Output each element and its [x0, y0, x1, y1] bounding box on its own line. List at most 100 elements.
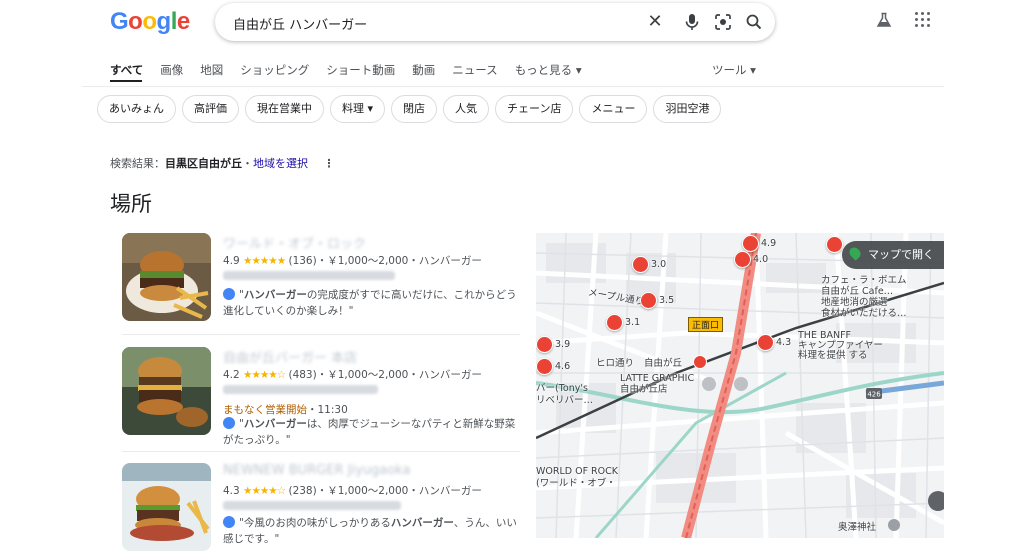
chip-aimyon[interactable]: あいみょん — [97, 95, 176, 123]
tab-maps[interactable]: 地図 — [200, 62, 223, 84]
restaurant-pin-icon — [742, 235, 759, 252]
address-line — [223, 271, 395, 280]
tab-more[interactable]: もっと見る ▾ — [515, 62, 582, 84]
restaurant-pin-icon — [632, 256, 649, 273]
chip-chain[interactable]: チェーン店 — [495, 95, 574, 123]
star-rating: ★★★★☆ — [243, 485, 286, 497]
burger-photo[interactable] — [122, 347, 211, 435]
tab-shopping[interactable]: ショッピング — [240, 62, 309, 84]
map-pin[interactable]: 4.6 — [536, 358, 570, 375]
map-place-banff[interactable]: THE BANFF キャンプファイヤー 料理を提供 する — [798, 331, 883, 361]
burger-photo[interactable] — [122, 233, 211, 321]
search-input[interactable]: 自由が丘 ハンバーガー — [233, 14, 367, 33]
place-name[interactable]: NEWNEW BURGER Jiyugaoka — [223, 463, 410, 478]
location-sep: ・ — [242, 157, 253, 170]
places-heading: 場所 — [110, 192, 152, 216]
map-pin[interactable]: 4.0 — [734, 251, 768, 268]
station-exit-label[interactable]: 正面口 — [688, 317, 724, 332]
rating-value: 4.2 — [223, 369, 240, 381]
result-divider — [122, 451, 520, 452]
pin-rating: 4.6 — [555, 361, 571, 372]
clear-icon[interactable]: ✕ — [645, 12, 665, 32]
map-place-worldofrock[interactable]: WORLD OF ROCK (ワールド・オブ・ — [536, 466, 618, 490]
pin-rating: 3.5 — [659, 295, 675, 306]
reviewer-avatar — [223, 288, 235, 300]
restaurant-pin-icon — [536, 358, 553, 375]
map-pin[interactable]: 4.3 — [757, 334, 791, 351]
review-keyword: ハンバーガー — [390, 517, 454, 529]
map-pin[interactable]: 3.9 — [536, 336, 570, 353]
star-rating: ★★★★☆ — [243, 369, 286, 381]
map-pin[interactable]: 4.9 — [742, 235, 776, 252]
place-name[interactable]: 自由が丘バーガー 本店 — [223, 347, 357, 366]
rating-meta: (238)・￥1,000～2,000・ハンバーガー — [288, 485, 482, 497]
chip-haneda[interactable]: 羽田空港 — [653, 95, 722, 123]
station-pin-icon[interactable] — [693, 355, 707, 369]
place-result[interactable]: 自由が丘バーガー 本店 4.2 ★★★★☆ (483)・￥1,000～2,000… — [122, 347, 522, 446]
google-logo[interactable]: Google — [110, 8, 190, 36]
header-divider — [82, 86, 944, 87]
tab-short-videos[interactable]: ショート動画 — [326, 62, 395, 84]
place-result[interactable]: ワールド・オブ・ロック 4.9 ★★★★★ (136)・￥1,000～2,000… — [122, 233, 522, 325]
place-name[interactable]: ワールド・オブ・ロック — [223, 233, 366, 252]
chip-top-rated[interactable]: 高評価 — [182, 95, 239, 123]
mic-icon[interactable] — [682, 12, 702, 32]
more-options-icon[interactable]: ⋮ — [324, 157, 335, 170]
map-place-shrine[interactable]: 奥澤神社 — [838, 519, 876, 533]
open-in-maps-button[interactable]: マップで開く — [842, 241, 944, 269]
map-pin[interactable]: 3.1 — [606, 314, 640, 331]
chip-menu[interactable]: メニュー — [579, 95, 648, 123]
dining-icon — [734, 377, 748, 391]
logo-letter: G — [110, 8, 129, 35]
location-prefix: 検索結果： — [110, 157, 165, 170]
chip-popular[interactable]: 人気 — [443, 95, 490, 123]
address-line — [223, 501, 401, 510]
rating-meta: (483)・￥1,000～2,000・ハンバーガー — [288, 369, 482, 381]
pin-rating: 3.9 — [555, 339, 571, 350]
shrine-icon — [888, 519, 900, 531]
logo-letter: o — [128, 8, 143, 35]
address-line — [223, 385, 378, 394]
reviewer-avatar — [223, 417, 235, 429]
filter-chips: あいみょん 高評価 現在営業中 料理 ▾ 閉店 人気 チェーン店 メニュー 羽田… — [97, 95, 727, 123]
map-place-tonys[interactable]: バー(Tony's リベリバー… — [536, 383, 593, 407]
station-label[interactable]: 自由が丘 — [644, 355, 682, 369]
chip-closed[interactable]: 閉店 — [391, 95, 438, 123]
tab-news[interactable]: ニュース — [452, 62, 497, 84]
map-pin[interactable]: 3.0 — [632, 256, 666, 273]
logo-letter: e — [176, 8, 190, 35]
logo-letter: o — [142, 8, 157, 35]
chip-cuisine[interactable]: 料理 ▾ — [330, 95, 386, 123]
search-icon[interactable] — [744, 12, 764, 32]
search-box[interactable]: 自由が丘 ハンバーガー ✕ — [215, 3, 775, 41]
rating-line: 4.9 ★★★★★ (136)・￥1,000～2,000・ハンバーガー — [223, 253, 482, 268]
labs-icon[interactable] — [876, 12, 892, 32]
review-snippet: "今風のお肉の味がしっかりあるハンバーガー、うん、いい感じです。" — [223, 515, 523, 547]
map-pin[interactable]: 3.5 — [640, 292, 674, 309]
active-tab-underline — [110, 80, 142, 82]
open-time: ・11:30 — [307, 404, 348, 416]
tab-images[interactable]: 画像 — [160, 62, 183, 84]
map-panel[interactable]: 426 正面口 自由が丘 メープル通り ヒロ通り LATTE GRAPHIC 自… — [536, 233, 944, 538]
lens-icon[interactable] — [713, 12, 733, 32]
restaurant-pin-icon — [536, 336, 553, 353]
svg-text:426: 426 — [867, 391, 881, 399]
tools-button[interactable]: ツール ▾ — [712, 62, 756, 78]
chip-open-now[interactable]: 現在営業中 — [245, 95, 324, 123]
star-rating: ★★★★★ — [243, 255, 286, 267]
restaurant-pin-icon — [606, 314, 623, 331]
restaurant-pin-icon — [826, 236, 843, 253]
choose-area-link[interactable]: 地域を選択 — [253, 157, 308, 170]
apps-icon[interactable] — [914, 11, 930, 27]
location-line: 検索結果：目黒区自由が丘・地域を選択 ⋮ — [110, 155, 335, 171]
pin-rating: 4.3 — [776, 337, 792, 348]
map-place-cafe[interactable]: カフェ・ラ・ボエム 自由が丘 Cafe… 地産地消の厳選 食材がいただける… — [821, 275, 907, 319]
place-result[interactable]: NEWNEW BURGER Jiyugaoka 4.3 ★★★★☆ (238)・… — [122, 463, 522, 551]
zoom-control-icon[interactable] — [928, 491, 944, 511]
map-pin[interactable] — [826, 236, 843, 253]
hours-line: まもなく営業開始・11:30 — [223, 402, 348, 417]
rating-line: 4.3 ★★★★☆ (238)・￥1,000～2,000・ハンバーガー — [223, 483, 482, 498]
dining-icon — [702, 377, 716, 391]
map-place-latte[interactable]: LATTE GRAPHIC 自由が丘店 — [620, 373, 694, 395]
tab-videos[interactable]: 動画 — [412, 62, 435, 84]
